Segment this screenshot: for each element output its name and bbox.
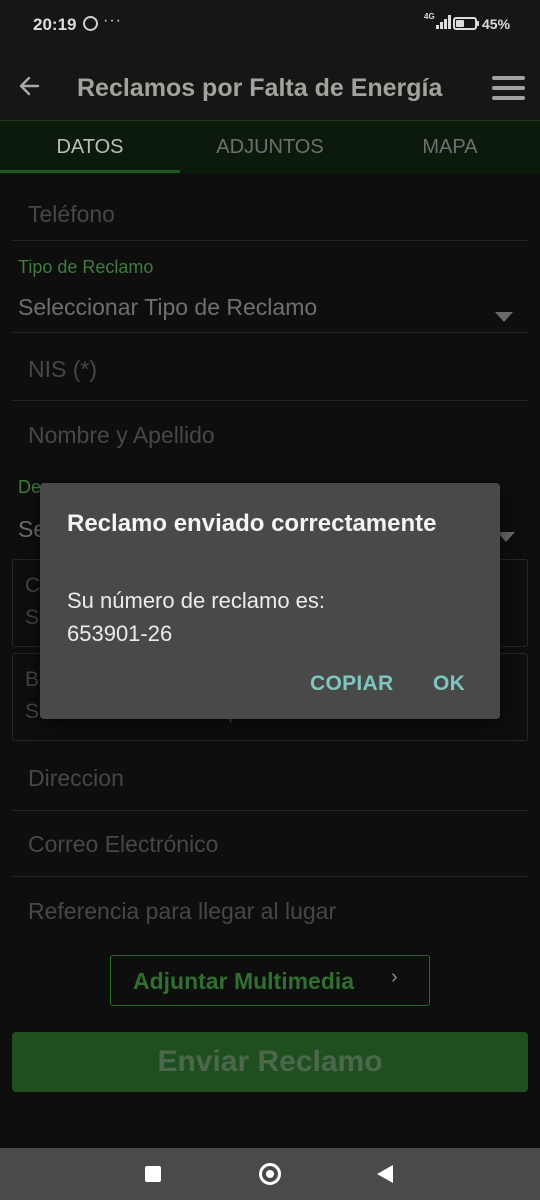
divider [12, 876, 528, 877]
departamento-label: De [18, 477, 42, 497]
divider [12, 240, 528, 241]
network-type: 4G [424, 12, 435, 21]
direccion-field[interactable]: Direccion [28, 765, 124, 792]
page-title: Reclamos por Falta de Energía [77, 74, 443, 102]
home-icon[interactable] [259, 1163, 281, 1185]
chevron-down-icon[interactable] [495, 312, 513, 322]
dialog-message-text: Su número de reclamo es: [67, 588, 326, 613]
home-icon-dot [266, 1170, 274, 1178]
tab-adjuntos[interactable]: ADJUNTOS [180, 121, 360, 174]
battery-fill [456, 20, 464, 27]
tab-bar: DATOS ADJUNTOS MAPA [0, 121, 540, 174]
dialog-message: Su número de reclamo es: 653901-26 [67, 584, 467, 650]
more-notifications-icon: ··· [103, 12, 122, 29]
ok-button[interactable]: OK [433, 672, 465, 696]
attach-multimedia-label: Adjuntar Multimedia [133, 968, 355, 994]
copy-button[interactable]: COPIAR [310, 672, 393, 696]
ciudad-label: C [25, 574, 41, 597]
tab-datos[interactable]: DATOS [0, 121, 180, 174]
divider [12, 332, 528, 333]
divider [12, 400, 528, 401]
whatsapp-icon [83, 16, 98, 31]
status-time: 20:19 [33, 15, 77, 34]
nis-field[interactable]: NIS (*) [28, 356, 97, 383]
recent-apps-icon[interactable] [145, 1166, 161, 1182]
battery-tip [477, 21, 479, 26]
tipo-reclamo-select[interactable]: Seleccionar Tipo de Reclamo [18, 294, 317, 321]
system-nav-bar [0, 1148, 540, 1200]
divider [12, 810, 528, 811]
referencia-field[interactable]: Referencia para llegar al lugar [28, 898, 336, 925]
status-bar: 20:19 ··· 4G 45% [0, 0, 540, 52]
nombre-field[interactable]: Nombre y Apellido [28, 422, 215, 449]
tipo-reclamo-label: Tipo de Reclamo [18, 257, 154, 277]
battery-percent: 45% [482, 16, 511, 32]
telefono-field[interactable]: Teléfono [28, 201, 115, 228]
attach-multimedia-button[interactable]: Adjuntar Multimedia › [110, 955, 430, 1006]
claim-number: 653901-26 [67, 621, 173, 646]
hamburger-menu-icon[interactable] [492, 76, 525, 100]
back-arrow-icon[interactable] [16, 72, 44, 100]
back-icon[interactable] [377, 1165, 393, 1183]
dialog-title: Reclamo enviado correctamente [67, 510, 437, 537]
chevron-right-icon: › [391, 966, 398, 988]
active-tab-indicator [0, 170, 180, 173]
barrio-label: B [25, 668, 40, 691]
battery-icon [453, 17, 477, 30]
success-dialog: Reclamo enviado correctamente Su número … [40, 483, 500, 719]
app-bar: Reclamos por Falta de Energía [0, 52, 540, 121]
submit-claim-button[interactable]: Enviar Reclamo [12, 1032, 528, 1092]
tab-mapa[interactable]: MAPA [360, 121, 540, 174]
correo-field[interactable]: Correo Electrónico [28, 831, 218, 858]
